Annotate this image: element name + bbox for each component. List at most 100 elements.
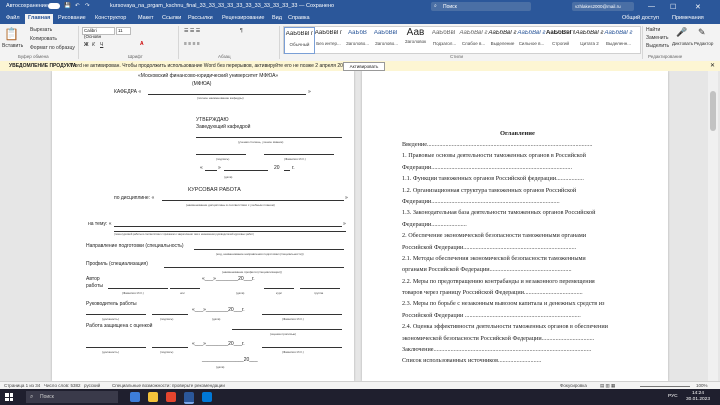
toc-entry[interactable]: 2.3. Меры по борьбе с незаконным вывозом… xyxy=(402,300,638,311)
head-of-department: Заведующий кафедрой xyxy=(196,124,251,130)
page-count[interactable]: Страница 1 из 34 xyxy=(4,383,40,388)
autosave-toggle[interactable] xyxy=(48,3,60,9)
toc-entry[interactable]: Список использованных источников........… xyxy=(402,357,638,368)
windows-start-icon[interactable] xyxy=(5,393,13,401)
task-view-icon[interactable] xyxy=(130,392,140,402)
toc-entry[interactable]: 1.1. Функции таможенных органов Российск… xyxy=(402,175,638,186)
word-app-icon[interactable] xyxy=(184,392,194,404)
minimize-icon[interactable]: — xyxy=(648,3,655,10)
cut-button[interactable]: Вырезать xyxy=(30,27,52,33)
tab-design[interactable]: Конструктор xyxy=(95,15,126,21)
microphone-icon[interactable]: 🎤 xyxy=(676,27,687,38)
select-button[interactable]: Выделить xyxy=(646,43,669,49)
bullets-icon[interactable]: ☰ ☰ ☰ xyxy=(184,28,200,34)
toc-entry[interactable]: 2.2. Меры по предотвращению контрабанды … xyxy=(402,278,638,289)
style-intense-quote[interactable]: АаБбВвГг Выделенн... xyxy=(604,27,633,52)
toc-entry[interactable]: Введение................................… xyxy=(402,141,638,152)
undo-icon[interactable]: ↶ xyxy=(75,3,80,9)
toc-entry[interactable]: Федерации...............................… xyxy=(402,164,638,175)
toc-entry[interactable]: Федерации....................... xyxy=(402,221,638,232)
maximize-icon[interactable]: ☐ xyxy=(670,3,676,11)
focus-button[interactable]: Фокусировка xyxy=(560,383,587,388)
tab-file[interactable]: Файл xyxy=(6,15,20,21)
toc-entry[interactable]: 2. Обеспечение экономической безопасност… xyxy=(402,232,638,243)
font-size-select[interactable]: 11 xyxy=(116,27,131,35)
supervisor-name-line xyxy=(262,314,342,315)
close-icon[interactable]: ✕ xyxy=(695,3,701,11)
style-title[interactable]: Аав Заголовок xyxy=(401,27,430,52)
close-icon[interactable]: ✕ xyxy=(710,62,715,69)
tab-view[interactable]: Вид xyxy=(272,15,282,21)
tab-mailings[interactable]: Рассылки xyxy=(188,15,213,21)
account-box[interactable]: vzhlakes2000@mail.ru xyxy=(572,2,634,11)
tab-review[interactable]: Рецензирование xyxy=(222,15,264,21)
file-explorer-icon[interactable] xyxy=(148,392,158,402)
toc-entry[interactable]: 1. Правовые основы деятельности таможенн… xyxy=(402,152,638,163)
share-button[interactable]: Общий доступ xyxy=(622,15,659,21)
activate-button[interactable]: Активировать xyxy=(343,62,385,71)
input-language[interactable]: РУС xyxy=(668,394,678,399)
accessibility-status[interactable]: Специальные возможности: проверьте реком… xyxy=(112,383,225,388)
replace-button[interactable]: Заменить xyxy=(646,35,668,41)
toc-entry[interactable]: Российской Федерации ...................… xyxy=(402,312,638,323)
document-area[interactable]: «Московский финансово-юридический универ… xyxy=(0,71,720,381)
zoom-level[interactable]: 100% xyxy=(696,383,708,388)
language-indicator[interactable]: русский xyxy=(84,383,100,388)
store-icon[interactable] xyxy=(202,392,212,402)
pilcrow-icon[interactable]: ¶ xyxy=(240,28,243,34)
redo-icon[interactable]: ↷ xyxy=(85,3,90,9)
style-quote-2[interactable]: АаБбВвГг Цитата 2 xyxy=(575,27,604,52)
word-count[interactable]: Число слов: 5382 xyxy=(44,383,81,388)
toc-entry[interactable]: 2.4. Оценка эффективности деятельности т… xyxy=(402,323,638,334)
bold-button[interactable]: Ж xyxy=(84,42,89,48)
paste-button[interactable]: Вставить xyxy=(2,43,23,49)
browser-icon[interactable] xyxy=(166,392,176,402)
vertical-scrollbar[interactable] xyxy=(708,71,718,381)
toc-entry[interactable]: Заключение..............................… xyxy=(402,346,638,357)
author-label: Автор xyxy=(86,276,100,282)
toc-entry[interactable]: 2.1. Методы обеспечения экономической бе… xyxy=(402,255,638,266)
style-no-spacing[interactable]: АаБбВвГг Без интер... xyxy=(314,27,343,52)
tab-draw[interactable]: Рисование xyxy=(58,15,86,21)
find-button[interactable]: Найти xyxy=(646,27,660,33)
title-page[interactable]: «Московский финансово-юридический универ… xyxy=(52,71,354,381)
style-emphasis[interactable]: АаБбВвГг Выделение xyxy=(488,27,517,52)
taskbar-search[interactable]: ⌕ Поиск xyxy=(26,391,118,403)
underline-button[interactable]: Ч xyxy=(100,42,103,48)
style-strong[interactable]: АаБбВвГг Строгий xyxy=(546,27,575,52)
toc-entry[interactable]: 1.2. Организационная структура таможенны… xyxy=(402,187,638,198)
italic-button[interactable]: К xyxy=(92,42,95,48)
style-heading-1[interactable]: АаБбВ Заголово... xyxy=(343,27,372,52)
style-subtle-emphasis[interactable]: АаБбВвГг Слабое в... xyxy=(459,27,488,52)
paste-icon[interactable]: 📋 xyxy=(4,27,19,41)
copy-button[interactable]: Копировать xyxy=(30,36,57,42)
font-name-select[interactable]: Calibri (Основн xyxy=(82,27,115,39)
toc-entry[interactable]: 1.3. Законодательная база деятельности т… xyxy=(402,209,638,220)
system-clock[interactable]: 14:24 30.01.2023 xyxy=(686,391,710,403)
format-painter-button[interactable]: Формат по образцу xyxy=(30,45,75,51)
scrollbar-thumb[interactable] xyxy=(710,91,716,131)
toc-entry[interactable]: экономической безопасности Российской Фе… xyxy=(402,335,638,346)
toc-entry[interactable]: Федерации...............................… xyxy=(402,198,638,209)
tab-help[interactable]: Справка xyxy=(288,15,310,21)
tab-home[interactable]: Главная xyxy=(25,14,54,24)
style-subtitle[interactable]: АаБбВвГ Подзагол... xyxy=(430,27,459,52)
toc-entry[interactable]: органами Российской Федерации...........… xyxy=(402,266,638,277)
save-icon[interactable]: 💾 xyxy=(64,3,71,9)
toc-page[interactable]: Оглавление Введение.....................… xyxy=(362,71,668,381)
zoom-slider[interactable] xyxy=(640,386,690,387)
search-box[interactable]: ⌕ Поиск xyxy=(431,2,531,11)
dictate-button[interactable]: Диктовать xyxy=(672,41,693,46)
style-normal[interactable]: АаБбВвГг Обычный xyxy=(284,27,315,54)
font-color-icon[interactable]: A xyxy=(140,41,144,47)
editor-icon[interactable]: ✎ xyxy=(698,27,706,38)
style-intense-emphasis[interactable]: АаБбВвГг Сильное в... xyxy=(517,27,546,52)
comments-button[interactable]: Примечания xyxy=(672,15,704,21)
tab-layout[interactable]: Макет xyxy=(138,15,154,21)
toc-entry[interactable]: товаров через границу Российской Федерац… xyxy=(402,289,638,300)
tab-references[interactable]: Ссылки xyxy=(162,15,181,21)
align-icons[interactable]: ≡ ≡ ≡ ≡ xyxy=(184,41,200,47)
toc-entry[interactable]: Российской Федерации....................… xyxy=(402,244,638,255)
style-heading-2[interactable]: АаБбВвГ Заголово... xyxy=(372,27,401,52)
editor-button[interactable]: Редактор xyxy=(694,41,713,46)
